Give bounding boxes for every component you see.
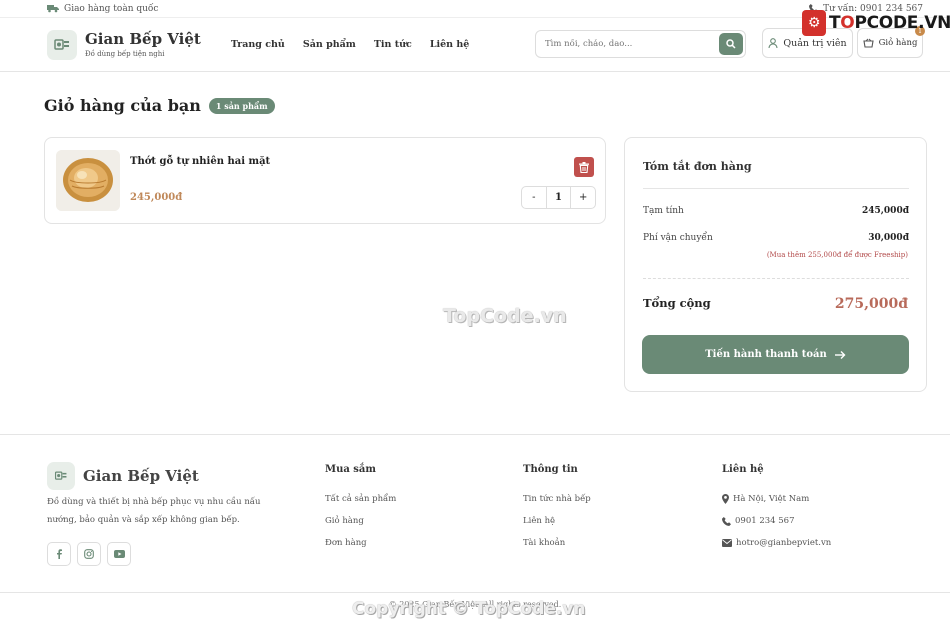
footer-address: Hà Nội, Việt Nam	[722, 488, 831, 510]
nav-contact[interactable]: Liên hệ	[430, 39, 470, 50]
nav-news[interactable]: Tin tức	[374, 39, 412, 50]
footer-link-account[interactable]: Tài khoản	[523, 532, 591, 554]
footer-col-title: Mua sắm	[325, 464, 376, 475]
footer-phone[interactable]: 0901 234 567	[722, 510, 831, 532]
product-name[interactable]: Thớt gỗ tự nhiên hai mặt	[130, 156, 270, 167]
watermark-bottom: Copyright © TopCode.vn	[352, 599, 586, 619]
brand-subtitle: Đồ dùng bếp tiện nghi	[85, 49, 165, 58]
main-nav: Trang chủ Sản phẩm Tin tức Liên hệ	[231, 39, 469, 50]
footer-link-news[interactable]: Tin tức nhà bếp	[523, 488, 591, 510]
arrow-right-icon	[834, 350, 846, 359]
footer-divider	[0, 592, 950, 593]
search-box	[535, 30, 746, 58]
shipping-row: Phí vận chuyển 30,000đ	[643, 233, 909, 243]
decrease-qty-button[interactable]: -	[522, 192, 546, 203]
nav-home[interactable]: Trang chủ	[231, 39, 285, 50]
checkout-label: Tiến hành thanh toán	[705, 349, 827, 360]
watermark-logo-o: O	[840, 13, 855, 33]
user-icon	[768, 37, 778, 48]
footer-description: Đồ dùng và thiết bị nhà bếp phục vụ nhu …	[47, 497, 261, 525]
footer-link-orders[interactable]: Đơn hàng	[325, 532, 396, 554]
brand-title: Gian Bếp Việt	[85, 30, 201, 49]
footer-phone-text: 0901 234 567	[735, 516, 795, 526]
footer-col-title: Liên hệ	[722, 464, 764, 475]
summary-title: Tóm tắt đơn hàng	[643, 160, 752, 173]
footer-address-text: Hà Nội, Việt Nam	[733, 494, 810, 504]
basket-icon	[862, 38, 874, 48]
footer-brand[interactable]: Gian Bếp Việt	[47, 462, 199, 490]
instagram-link[interactable]	[77, 542, 101, 566]
site-footer: Gian Bếp Việt Đồ dùng và thiết bị nhà bế…	[0, 434, 950, 639]
checkout-button[interactable]: Tiến hành thanh toán	[642, 335, 909, 374]
remove-item-button[interactable]	[574, 157, 594, 177]
truck-icon	[47, 5, 59, 13]
footer-col-shopping: Mua sắm Tất cả sản phẩm Giỏ hàng Đơn hàn…	[325, 464, 396, 554]
product-image[interactable]	[56, 150, 120, 211]
product-price: 245,000đ	[130, 192, 183, 203]
cart-label: Giỏ hàng	[878, 38, 918, 48]
footer-col-contact: Liên hệ Hà Nội, Việt Nam 0901 234 567 ho…	[722, 464, 831, 554]
summary-divider	[643, 188, 909, 189]
page-title: Giỏ hàng của bạn	[44, 96, 201, 115]
nav-products[interactable]: Sản phẩm	[303, 39, 356, 50]
footer-brand-title: Gian Bếp Việt	[83, 467, 199, 485]
summary-divider-dashed	[643, 278, 909, 279]
watermark-center: TopCode.vn	[443, 305, 567, 327]
watermark-logo-icon: ⚙	[802, 10, 826, 36]
increase-qty-button[interactable]: +	[571, 192, 595, 203]
search-icon	[726, 39, 736, 49]
search-button[interactable]	[719, 33, 743, 55]
footer-email-text: hotro@gianbepviet.vn	[736, 538, 832, 548]
footer-link-cart[interactable]: Giỏ hàng	[325, 510, 396, 532]
search-input[interactable]	[545, 39, 715, 49]
shipping-text: Giao hàng toàn quốc	[64, 3, 159, 14]
instagram-icon	[84, 549, 94, 559]
footer-col-title: Thông tin	[523, 464, 578, 475]
quantity-stepper: - 1 +	[521, 186, 596, 209]
subtotal-value: 245,000đ	[862, 206, 909, 216]
quantity-value[interactable]: 1	[545, 187, 572, 208]
footer-link-contact[interactable]: Liên hệ	[523, 510, 591, 532]
shipping-info: Giao hàng toàn quốc	[47, 4, 158, 14]
watermark-logo: ⚙ T O PCODE.VN	[802, 10, 950, 36]
trash-icon	[579, 161, 589, 173]
envelope-icon	[722, 539, 732, 547]
footer-email[interactable]: hotro@gianbepviet.vn	[722, 532, 831, 554]
logo-icon	[47, 29, 77, 60]
subtotal-row: Tạm tính 245,000đ	[643, 206, 909, 216]
footer-link-all-products[interactable]: Tất cả sản phẩm	[325, 488, 396, 510]
watermark-logo-suffix: PCODE.VN	[854, 13, 950, 33]
map-pin-icon	[722, 494, 729, 504]
page-title-row: Giỏ hàng của bạn 1 sản phẩm	[44, 96, 275, 115]
freeship-note: (Mua thêm 255,000đ để được Freeship)	[766, 251, 908, 259]
brand-logo[interactable]: Gian Bếp Việt Đồ dùng bếp tiện nghi	[47, 29, 201, 60]
phone-icon	[722, 516, 731, 526]
watermark-logo-prefix: T	[829, 13, 841, 33]
order-summary: Tóm tắt đơn hàng Tạm tính 245,000đ Phí v…	[624, 137, 927, 392]
cart-item-card: Thớt gỗ tự nhiên hai mặt 245,000đ - 1 +	[44, 137, 606, 224]
facebook-link[interactable]	[47, 542, 71, 566]
youtube-icon	[113, 550, 125, 558]
admin-label: Quản trị viên	[783, 37, 847, 49]
total-label: Tổng cộng	[643, 296, 711, 310]
total-value: 275,000đ	[834, 296, 908, 312]
shipping-label: Phí vận chuyển	[643, 233, 713, 243]
footer-col-info: Thông tin Tin tức nhà bếp Liên hệ Tài kh…	[523, 464, 591, 554]
item-count-badge: 1 sản phẩm	[208, 97, 275, 114]
footer-logo-icon	[47, 462, 75, 490]
facebook-icon	[57, 549, 62, 559]
social-links	[47, 542, 131, 566]
youtube-link[interactable]	[107, 542, 131, 566]
subtotal-label: Tạm tính	[643, 206, 684, 216]
shipping-value: 30,000đ	[868, 233, 909, 243]
